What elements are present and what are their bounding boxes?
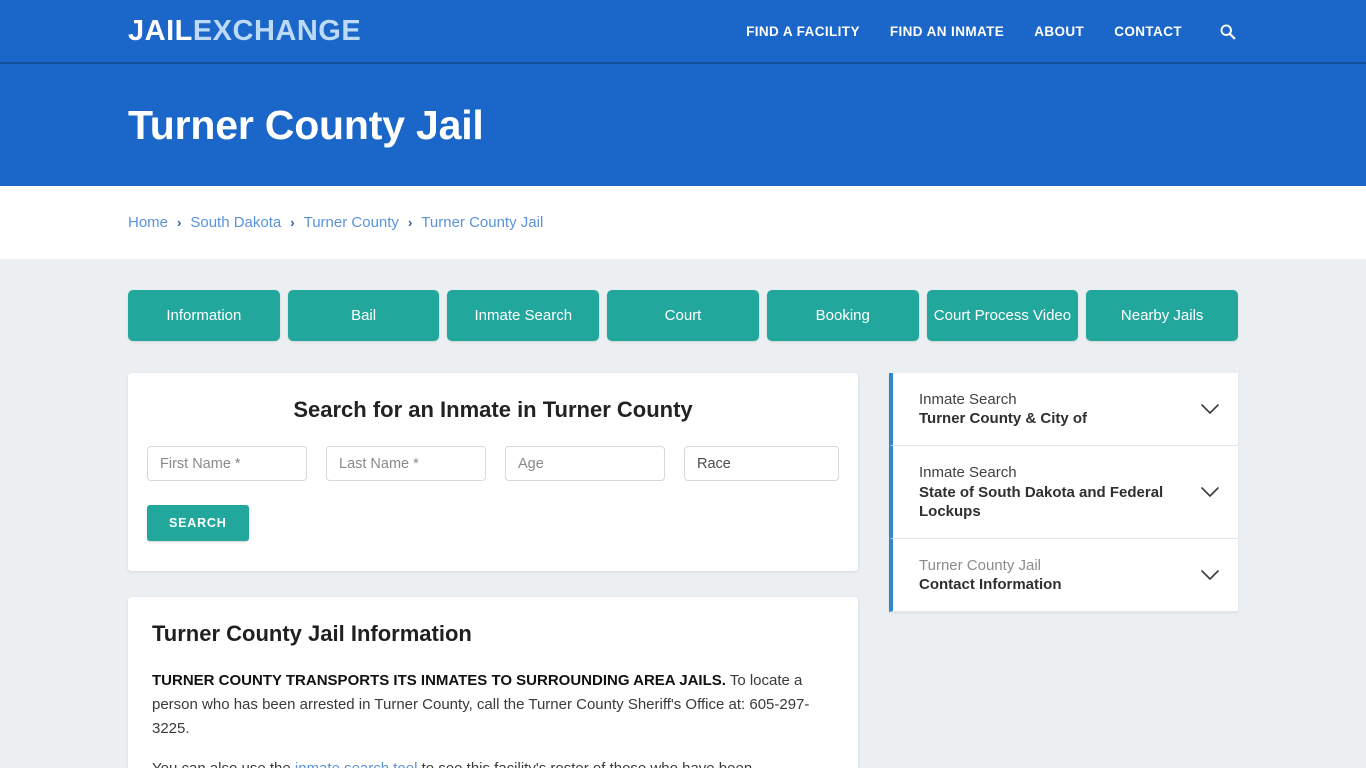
age-input[interactable] [505, 446, 665, 481]
information-heading: Turner County Jail Information [152, 621, 472, 646]
chevron-right-icon: › [177, 215, 182, 230]
accordion-line-2: Turner County & City of [919, 410, 1088, 428]
accordion-text: Inmate Search Turner County & City of [919, 390, 1190, 428]
sidebar-column: Inmate Search Turner County & City of In… [889, 373, 1238, 613]
breadcrumb: Home › South Dakota › Turner County › Tu… [128, 214, 543, 231]
chevron-right-icon: › [290, 215, 295, 230]
accordion-line-1: Inmate Search [919, 464, 1017, 482]
chevron-down-icon[interactable] [1200, 565, 1220, 585]
accordion-line-1: Inmate Search [919, 391, 1017, 408]
paragraph-2-before: You can also use the [152, 760, 295, 768]
inmate-search-tool-link[interactable]: inmate search tool [295, 760, 418, 768]
tab-booking[interactable]: Booking [766, 290, 919, 341]
first-name-input[interactable] [147, 446, 307, 481]
main-column: Search for an Inmate in Turner County Ra… [128, 373, 858, 768]
information-paragraph-2: You can also use the inmate search tool … [152, 757, 834, 768]
breadcrumb-item-home[interactable]: Home [128, 214, 168, 231]
last-name-input[interactable] [326, 446, 486, 481]
tab-inmate-search[interactable]: Inmate Search [447, 290, 600, 341]
paragraph-2-after: to see this facility's roster of those w… [417, 760, 753, 768]
search-icon[interactable] [1216, 20, 1238, 42]
information-paragraph-1: TURNER COUNTY TRANSPORTS ITS INMATES TO … [152, 669, 834, 741]
accordion-item-inmate-search-state[interactable]: Inmate Search State of South Dakota and … [889, 446, 1238, 539]
accordion-line-2: Contact Information [919, 576, 1062, 594]
search-heading: Search for an Inmate in Turner County [293, 397, 693, 422]
inmate-search-card: Search for an Inmate in Turner County Ra… [128, 373, 858, 571]
page-content: Information Bail Inmate Search Court Boo… [0, 259, 1366, 768]
chevron-down-icon[interactable] [1200, 399, 1220, 419]
facility-information-card: Turner County Jail Information TURNER CO… [128, 597, 858, 768]
breadcrumb-item-turner-county-jail[interactable]: Turner County Jail [421, 214, 543, 231]
accordion-line-1: Turner County Jail [919, 556, 1041, 574]
breadcrumb-band: Home › South Dakota › Turner County › Tu… [0, 186, 1366, 259]
breadcrumb-item-south-dakota[interactable]: South Dakota [190, 214, 281, 231]
accordion-line-2: State of South Dakota and Federal Lockup… [919, 483, 1164, 520]
tab-court[interactable]: Court [607, 290, 759, 341]
breadcrumb-item-turner-county[interactable]: Turner County [304, 214, 399, 231]
accordion-item-contact-information[interactable]: Turner County Jail Contact Information [889, 538, 1238, 613]
chevron-right-icon: › [407, 215, 413, 230]
tab-bail[interactable]: Bail [287, 290, 440, 341]
sidebar-accordion: Inmate Search Turner County & City of In… [889, 373, 1238, 613]
search-button[interactable]: SEARCH [147, 505, 249, 541]
chevron-down-icon[interactable] [1200, 482, 1220, 502]
tab-information[interactable]: Information [128, 290, 280, 341]
race-select[interactable]: Race [684, 446, 839, 481]
nav-item-find-an-inmate[interactable]: FIND AN INMATE [890, 24, 1004, 39]
tab-nearby-jails[interactable]: Nearby Jails [1086, 290, 1239, 341]
accordion-item-inmate-search-county[interactable]: Inmate Search Turner County & City of [889, 373, 1238, 447]
tab-court-process-video[interactable]: Court Process Video [926, 290, 1079, 341]
accordion-text: Inmate Search State of South Dakota and … [919, 463, 1190, 521]
nav-item-about[interactable]: ABOUT [1034, 24, 1084, 39]
page-title-band: Turner County Jail [0, 64, 1366, 186]
content-columns: Search for an Inmate in Turner County Ra… [128, 373, 1238, 768]
main-navigation: FIND A FACILITY FIND AN INMATE ABOUT CON… [746, 20, 1238, 42]
nav-item-find-a-facility[interactable]: FIND A FACILITY [746, 24, 860, 39]
accordion-text: Turner County Jail Contact Information [919, 556, 1190, 594]
search-fields-row: Race [147, 446, 839, 481]
site-header: JAILEXCHANGE FIND A FACILITY FIND AN INM… [0, 0, 1366, 64]
information-lead-bold: TURNER COUNTY TRANSPORTS ITS INMATES TO … [152, 672, 726, 689]
logo-text-jail: JAIL [128, 14, 193, 47]
site-logo[interactable]: JAILEXCHANGE [128, 14, 362, 47]
page-title: Turner County Jail [128, 101, 484, 148]
logo-text-exchange: EXCHANGE [192, 14, 362, 47]
facility-tabs: Information Bail Inmate Search Court Boo… [128, 259, 1239, 341]
nav-item-contact[interactable]: CONTACT [1114, 24, 1182, 39]
